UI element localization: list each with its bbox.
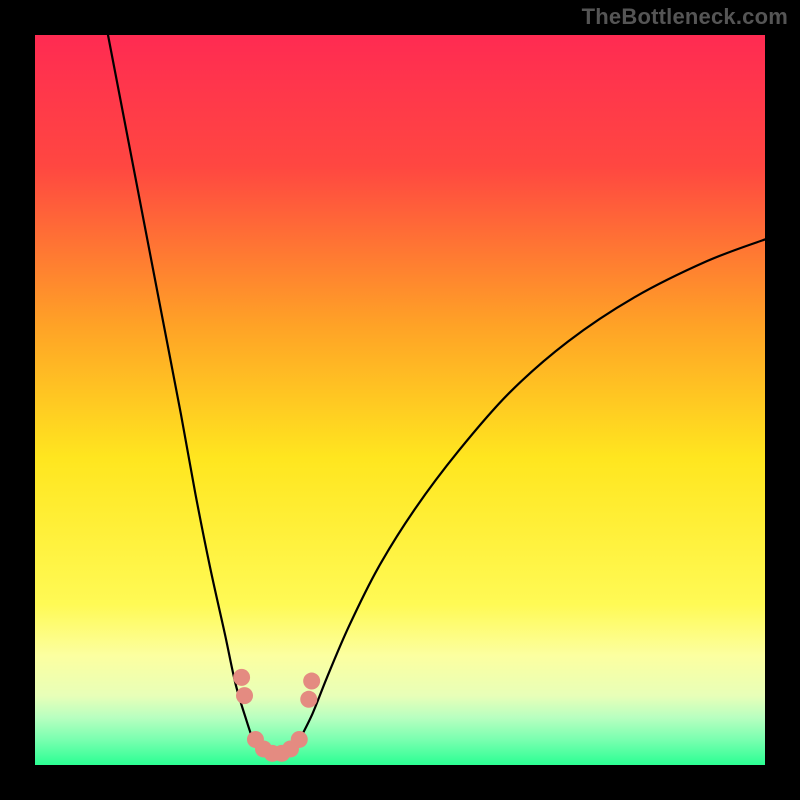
chart-svg [35,35,765,765]
marker-dot [303,673,320,690]
watermark-label: TheBottleneck.com [582,4,788,30]
gradient-background [35,35,765,765]
marker-dot [236,687,253,704]
marker-dot [291,731,308,748]
marker-dot [300,691,317,708]
chart-frame: TheBottleneck.com [0,0,800,800]
marker-dot [233,669,250,686]
plot-area [35,35,765,765]
